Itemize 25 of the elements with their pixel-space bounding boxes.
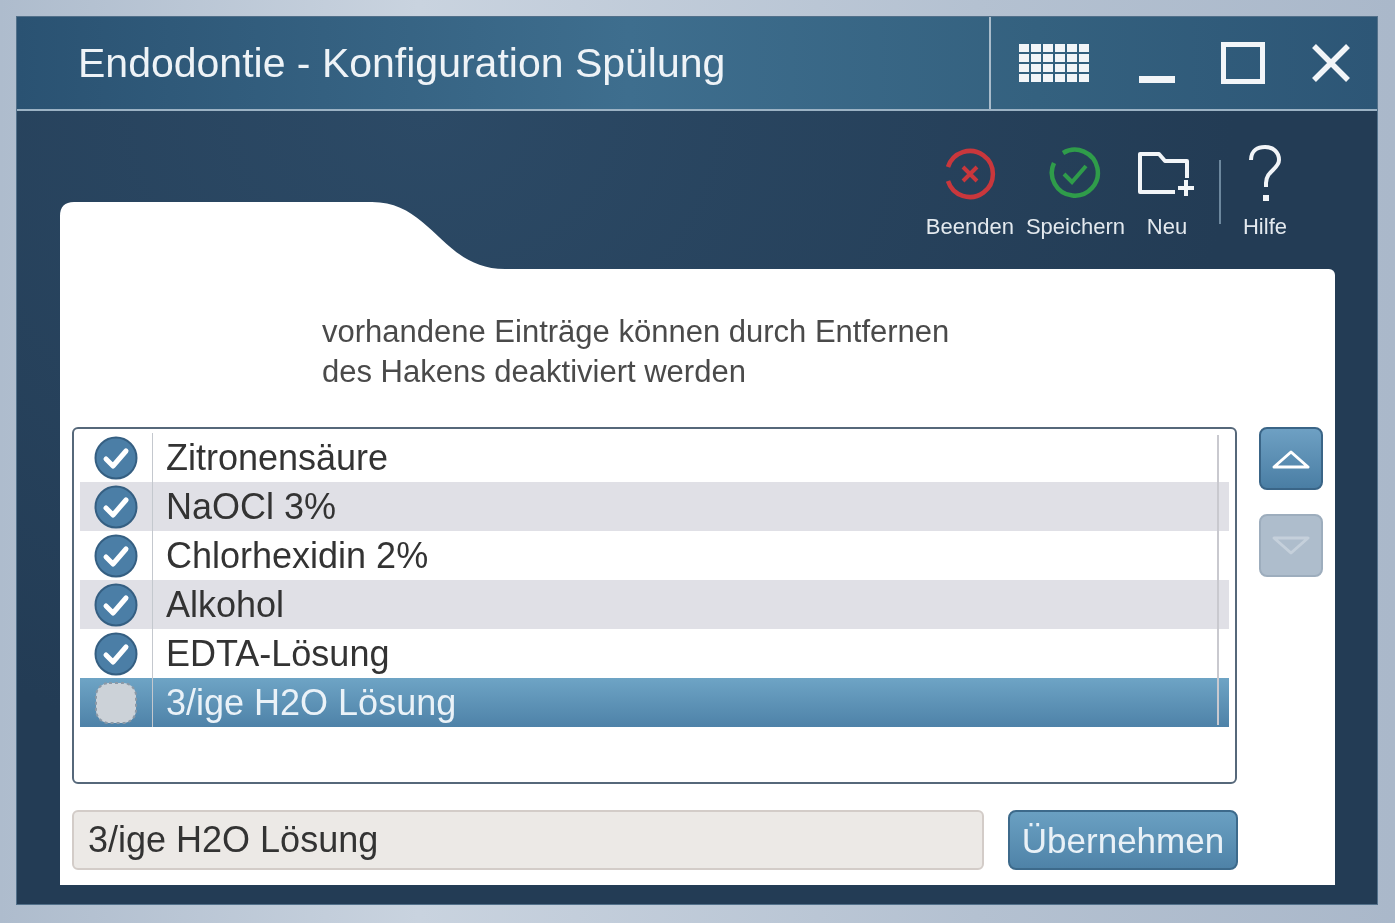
new-button[interactable]: Neu [1135, 144, 1199, 238]
maximize-button[interactable] [1221, 42, 1265, 84]
help-button[interactable]: Hilfe [1241, 144, 1289, 238]
hint-text: vorhandene Einträge können durch Entfernen des Hakens deaktiviert werden [322, 313, 950, 391]
list-item[interactable]: Alkohol [80, 580, 1229, 629]
maximize-icon [1221, 42, 1265, 84]
save-button[interactable]: Speichern [1023, 144, 1127, 238]
minimize-icon [1139, 76, 1175, 83]
window-title: Endodontie - Konfiguration Spülung [78, 42, 726, 84]
list-item[interactable]: NaOCl 3% [80, 482, 1229, 531]
checkbox[interactable] [94, 435, 138, 480]
checkbox[interactable] [94, 582, 138, 627]
close-button[interactable] [1311, 44, 1351, 82]
checkbox[interactable] [94, 631, 138, 676]
triangle-up-icon [1272, 448, 1310, 469]
checkbox[interactable] [94, 484, 138, 529]
checkbox[interactable] [94, 680, 138, 725]
name-input[interactable]: 3/ige H2O Lösung [72, 810, 984, 870]
close-icon [1311, 44, 1351, 82]
checkbox[interactable] [94, 533, 138, 578]
move-up-button[interactable] [1259, 427, 1323, 490]
grid-button[interactable] [1019, 44, 1089, 82]
grid-icon [1019, 44, 1089, 82]
exit-button[interactable]: Beenden [923, 144, 1016, 238]
folder-plus-icon [1137, 150, 1197, 198]
